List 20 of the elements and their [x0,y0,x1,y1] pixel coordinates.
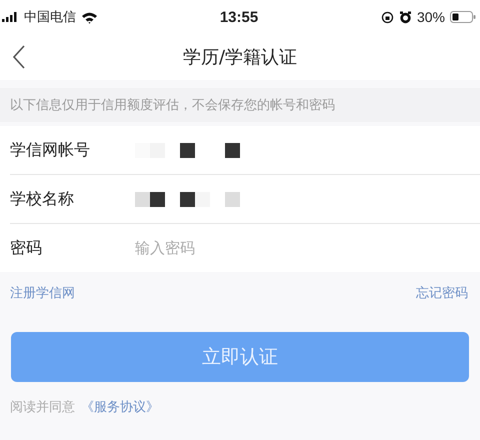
alarm-icon [398,10,412,24]
carrier-name: 中国电信 [24,9,76,26]
page-title: 学历/学籍认证 [182,46,298,69]
notice-text: 以下信息仅用于信用额度评估，不会保存您的帐号和密码 [10,97,335,114]
agreement-text: 阅读并同意 [10,399,75,416]
register-link[interactable]: 注册学信网 [10,284,75,302]
forgot-password-link[interactable]: 忘记密码 [416,284,468,302]
wifi-icon [81,10,98,24]
signal-icon [2,12,19,22]
field-label: 学校名称 [10,188,75,210]
status-time: 13:55 [220,8,258,26]
agreement-link[interactable]: 《服务协议》 [81,398,159,416]
back-chevron-icon [12,45,26,69]
field-label: 密码 [10,238,43,258]
battery-percent: 30% [416,9,445,25]
verify-button[interactable]: 立即认证 [11,332,469,382]
rotation-lock-icon [380,10,394,24]
battery-icon [450,11,476,23]
field-label: 学信网帐号 [10,140,91,160]
password-field[interactable]: 输入密码 [135,235,435,261]
